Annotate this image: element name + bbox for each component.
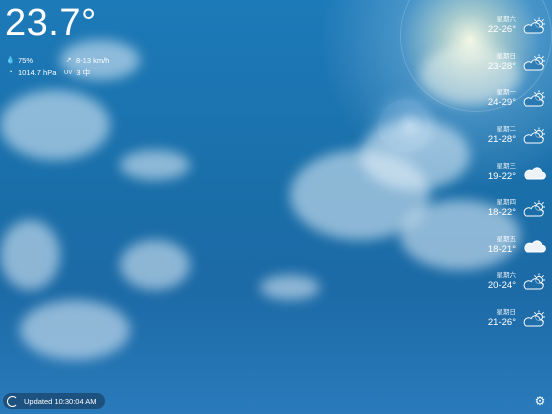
current-stats: 💧 75% ↗ 8-13 km/h ◔ 1014.7 hPa UV 3 中 <box>6 55 122 79</box>
temp-range: 21-26° <box>487 317 516 329</box>
day-name: 星期六 <box>496 272 517 280</box>
temp-range: 23-28° <box>487 60 516 72</box>
forecast-day[interactable]: 星期二 21-28° <box>458 118 548 155</box>
uv-label: UV <box>64 70 73 76</box>
wind-direction-icon: ↗ <box>65 57 72 64</box>
updated-label: Updated 10:30:04 AM <box>24 396 97 406</box>
temp-range: 20-24° <box>487 280 516 292</box>
uv-stat: UV 3 中 <box>64 67 122 79</box>
refresh-icon <box>7 395 18 407</box>
partly-cloudy-sun-icon <box>523 90 545 107</box>
gear-icon: ⚙ <box>534 394 546 408</box>
forecast-day[interactable]: 星期一 24-29° <box>458 81 548 118</box>
gauge-icon: ◔ <box>8 69 13 76</box>
wind-stat: ↗ 8-13 km/h <box>64 55 122 67</box>
forecast-day[interactable]: 星期六 22-26° <box>458 8 548 45</box>
partly-cloudy-sun-icon <box>523 273 545 290</box>
partly-cloudy-sun-icon <box>523 54 545 71</box>
day-name: 星期二 <box>496 126 517 134</box>
cloud-icon <box>524 167 546 180</box>
temp-range: 18-22° <box>487 207 516 219</box>
day-name: 星期一 <box>496 89 517 97</box>
forecast-day[interactable]: 星期日 23-28° <box>458 45 548 82</box>
pressure-value: 1014.7 hPa <box>18 68 57 77</box>
forecast-day[interactable]: 星期四 18-22° <box>458 191 548 228</box>
partly-cloudy-sun-icon <box>523 310 545 327</box>
forecast-list: 星期六 22-26° 星期日 23-28° 星期一 24-29° 星期二 21-28° … <box>458 8 548 337</box>
humidity-stat: 💧 75% <box>6 55 64 67</box>
forecast-day[interactable]: 星期三 19-22° <box>458 154 548 191</box>
forecast-day[interactable]: 星期日 21-26° <box>458 301 548 338</box>
settings-button[interactable]: ⚙ <box>534 395 546 407</box>
pressure-stat: ◔ 1014.7 hPa <box>6 67 64 79</box>
temp-range: 22-26° <box>487 24 516 36</box>
partly-cloudy-sun-icon <box>523 200 545 217</box>
droplet-icon: 💧 <box>6 57 15 64</box>
day-name: 星期日 <box>496 52 517 60</box>
day-name: 星期日 <box>496 309 517 317</box>
day-name: 星期五 <box>496 235 517 243</box>
day-name: 星期三 <box>496 162 517 170</box>
wind-value: 8-13 km/h <box>76 56 110 65</box>
refresh-button[interactable]: Updated 10:30:04 AM <box>3 393 105 409</box>
cloud-icon <box>524 240 546 253</box>
humidity-value: 75% <box>18 56 34 65</box>
day-name: 星期四 <box>496 199 517 207</box>
temp-range: 19-22° <box>487 170 516 182</box>
forecast-day[interactable]: 星期六 20-24° <box>458 264 548 301</box>
day-name: 星期六 <box>496 16 517 24</box>
temp-range: 18-21° <box>487 243 516 255</box>
partly-cloudy-sun-icon <box>523 127 545 144</box>
partly-cloudy-sun-icon <box>523 17 545 34</box>
uv-value: 3 中 <box>76 68 91 77</box>
temp-range: 21-28° <box>487 134 516 146</box>
forecast-day[interactable]: 星期五 18-21° <box>458 228 548 265</box>
current-temperature: 23.7° <box>5 2 97 44</box>
temp-range: 24-29° <box>487 97 516 109</box>
